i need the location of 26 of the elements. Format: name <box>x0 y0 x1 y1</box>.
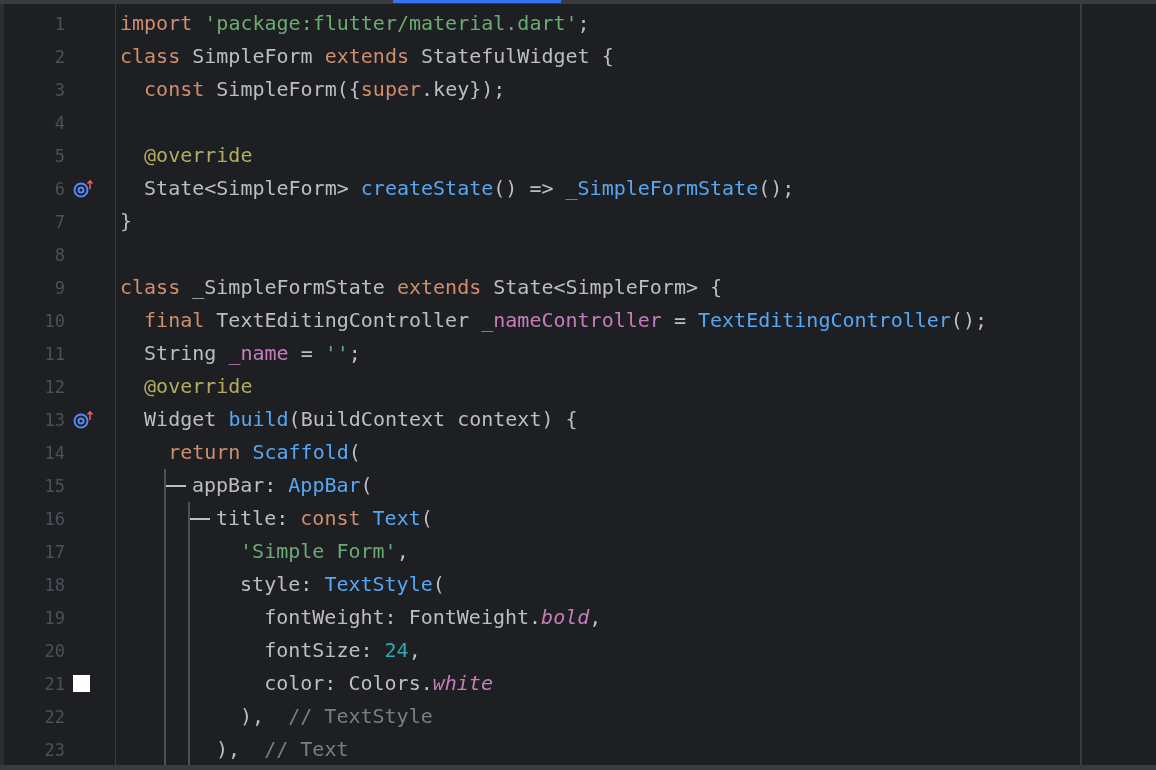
code-line: @override <box>143 373 253 400</box>
code-line: class SimpleForm extends StatefulWidget { <box>120 43 614 70</box>
code-line: ), // Text <box>216 736 349 763</box>
code-line: style: TextStyle( <box>239 571 445 598</box>
code-line: title: const Text( <box>216 505 433 532</box>
code-line: import 'package:flutter/material.dart'; <box>120 10 590 37</box>
code-line: fontWeight: FontWeight.bold, <box>263 604 602 631</box>
code-line: State<SimpleForm> createState() => _SimpleFormState(); <box>143 175 795 202</box>
code-line: const SimpleForm({super.key}); <box>143 76 506 103</box>
code-line: return Scaffold( <box>167 439 361 466</box>
guide-branch-line <box>164 469 186 502</box>
code-line: fontSize: 24, <box>263 637 421 664</box>
override-icon[interactable] <box>73 409 95 430</box>
code-line: @override <box>143 142 253 169</box>
code-line: ), // TextStyle <box>239 703 433 730</box>
code-line: 'Simple Form', <box>239 538 409 565</box>
code-line: appBar: AppBar( <box>192 472 373 499</box>
code-line: String _name = ''; <box>143 340 361 367</box>
code-line: final TextEditingController _nameController = TextEditingController(); <box>143 307 987 334</box>
code-line: } <box>120 208 133 235</box>
color-swatch[interactable] <box>73 675 90 692</box>
code-line: class _SimpleFormState extends State<SimpleForm> { <box>120 274 723 301</box>
code-line: Widget build(BuildContext context) { <box>143 406 578 433</box>
override-icon[interactable] <box>73 178 95 199</box>
code-line: color: Colors.white <box>263 670 493 697</box>
guide-branch-line <box>188 502 210 535</box>
